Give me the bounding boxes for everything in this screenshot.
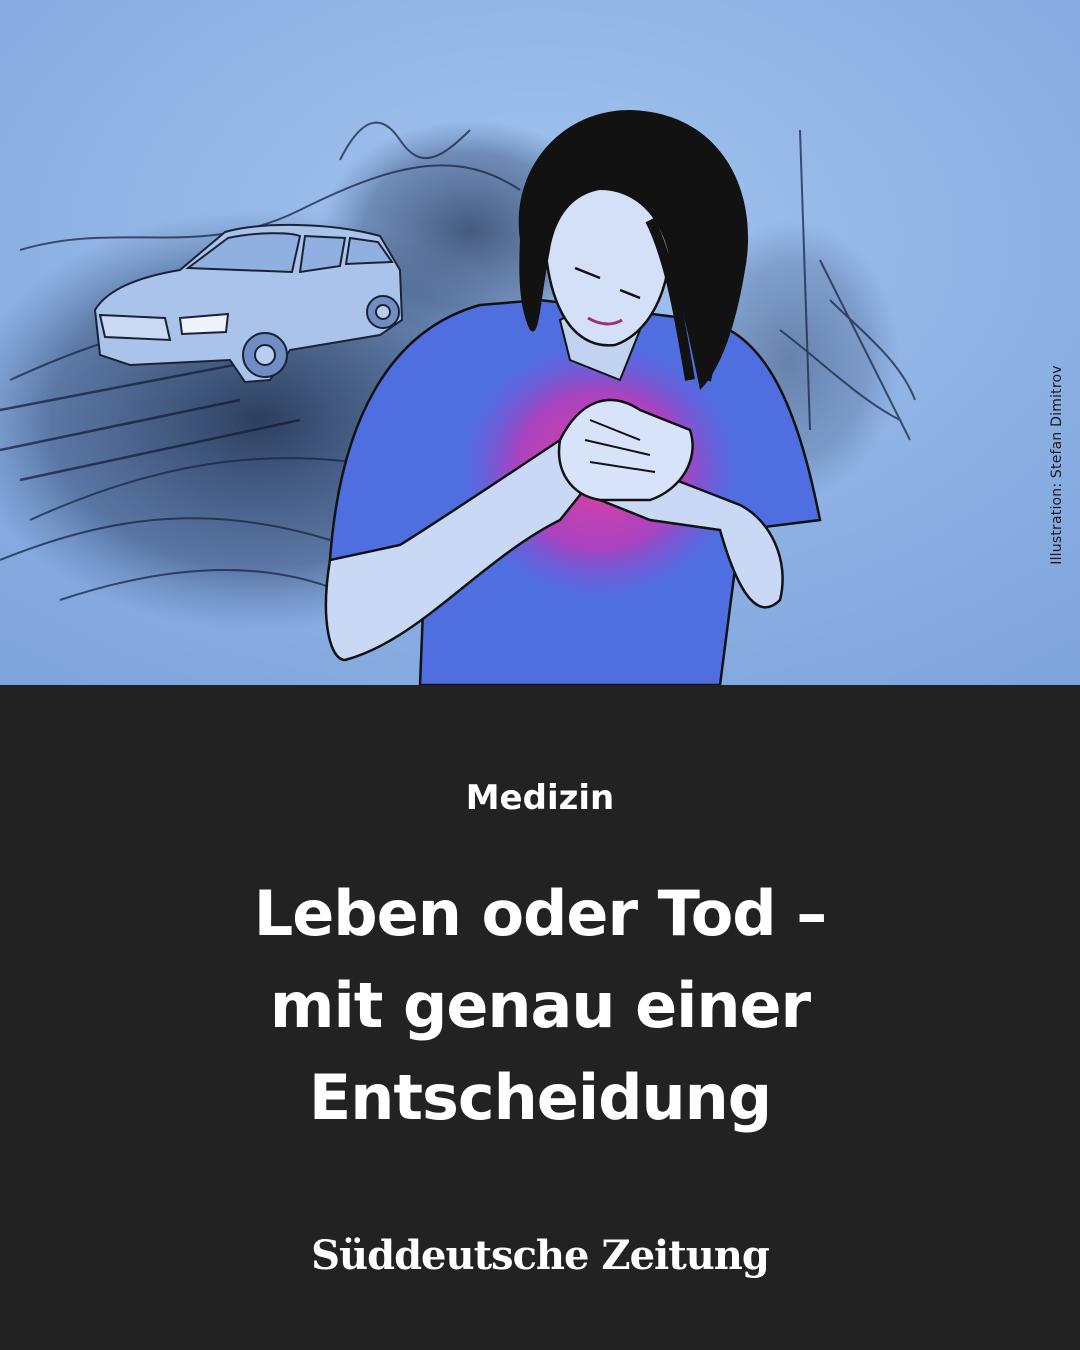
post-card: Illustration: Stefan Dimitrov Medizin Le… (0, 0, 1080, 1350)
headline-line-2: mit genau einer (269, 969, 811, 1042)
category-label: Medizin (465, 778, 615, 818)
illustration-credit: Illustration: Stefan Dimitrov (1049, 365, 1065, 565)
brand-logo: Süddeutsche Zeitung (311, 1232, 770, 1279)
headline-line-3: Entscheidung (308, 1061, 772, 1134)
headline-line-1: Leben oder Tod – (253, 877, 828, 950)
illustration: Illustration: Stefan Dimitrov (0, 0, 1080, 685)
illustration-drawing (0, 0, 1080, 685)
headline: Leben oder Tod – mit genau einer Entsche… (90, 868, 990, 1144)
